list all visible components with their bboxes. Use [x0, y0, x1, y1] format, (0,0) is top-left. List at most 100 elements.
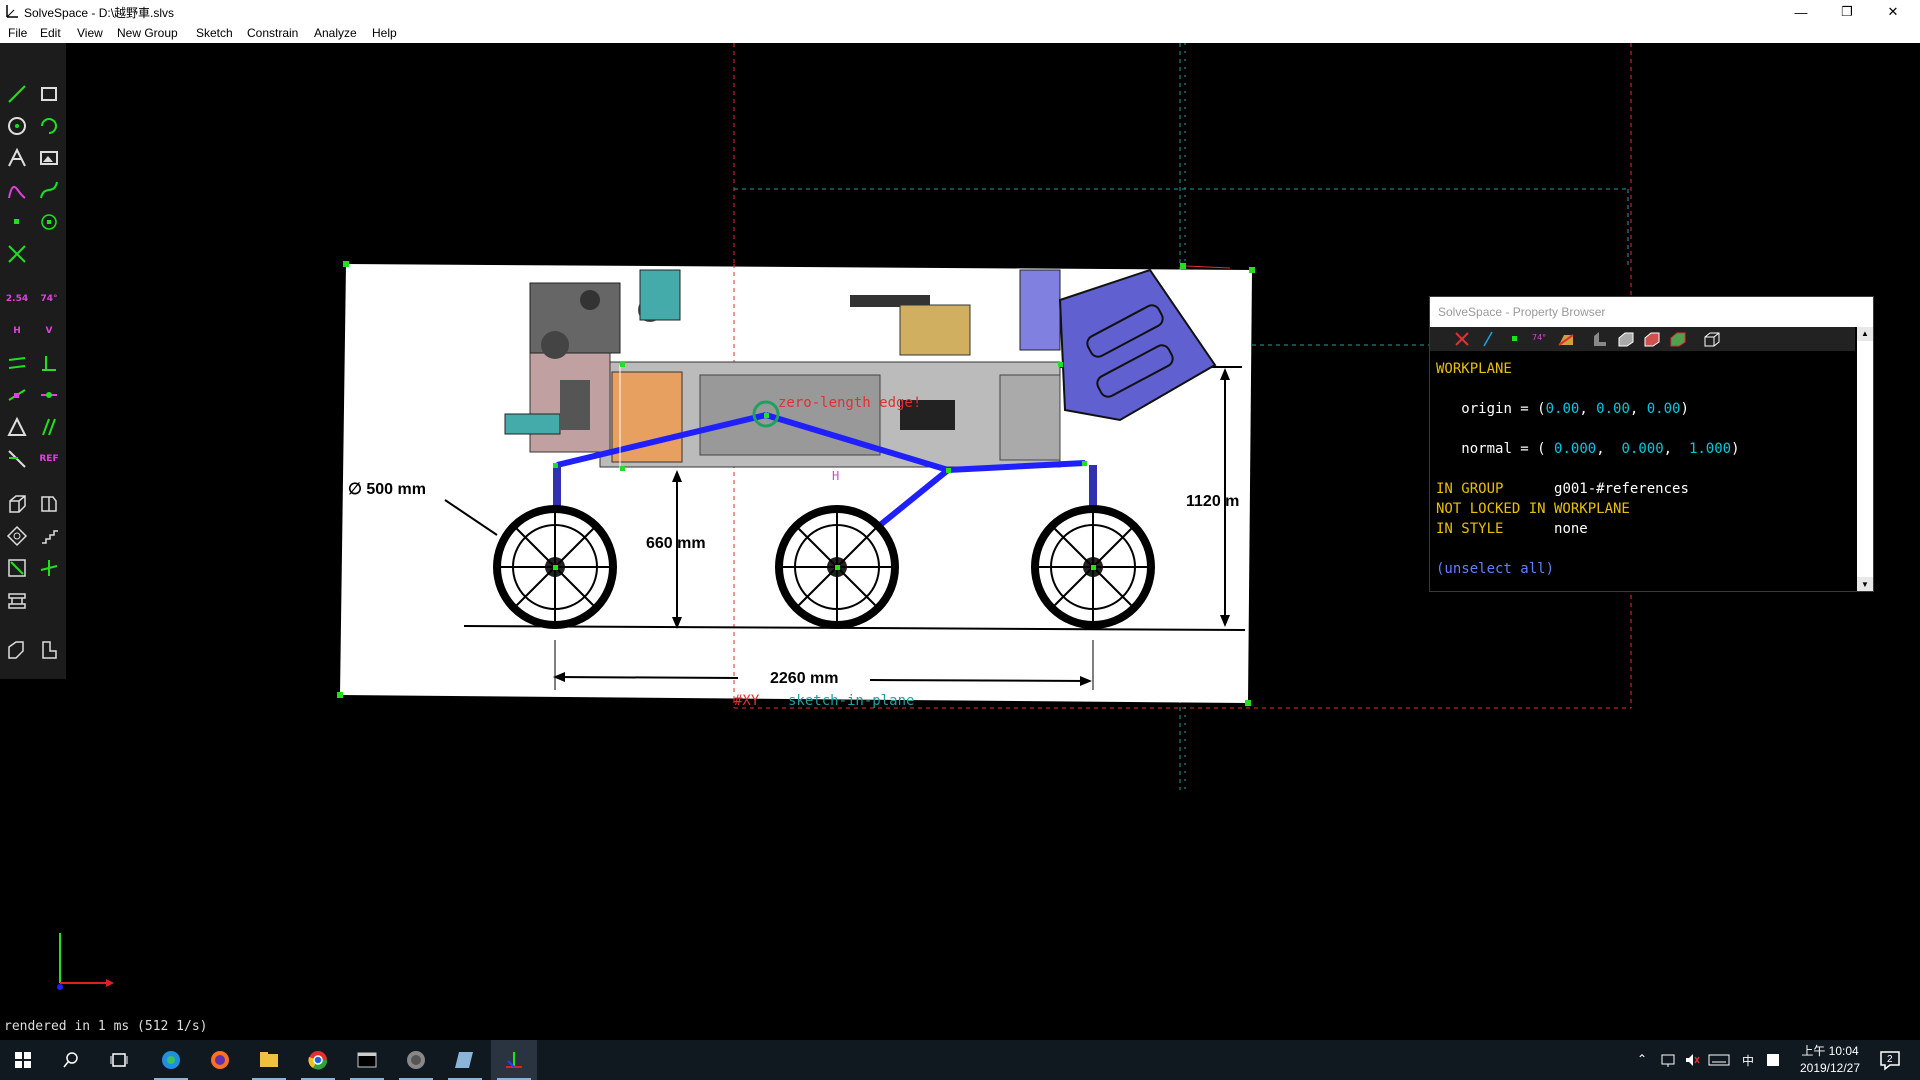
- ime-mode-icon[interactable]: [1765, 1052, 1781, 1068]
- show-edges-icon[interactable]: [1616, 330, 1636, 348]
- show-outline-icon[interactable]: [1642, 330, 1662, 348]
- keyboard-icon[interactable]: [1708, 1052, 1730, 1068]
- construction-point-icon[interactable]: [36, 209, 62, 235]
- normal-x[interactable]: 0.000: [1554, 441, 1596, 457]
- normal-z[interactable]: 1.000: [1689, 441, 1731, 457]
- line-tool-icon[interactable]: [4, 81, 30, 107]
- equal-length-icon[interactable]: [36, 414, 62, 440]
- minimize-button[interactable]: —: [1778, 0, 1824, 24]
- property-browser-scrollbar[interactable]: ▲ ▼: [1857, 327, 1873, 591]
- ime-indicator[interactable]: 中: [1742, 1052, 1754, 1069]
- volume-muted-icon[interactable]: [1684, 1052, 1700, 1068]
- origin-y[interactable]: 0.00: [1596, 401, 1630, 417]
- workplane-label[interactable]: #XY: [734, 693, 759, 709]
- toolbar: 2.54 74° H V REF: [0, 43, 66, 679]
- taskbar-firefox[interactable]: [197, 1040, 243, 1080]
- search-button[interactable]: [48, 1040, 94, 1080]
- menu-bar: File Edit View New Group Sketch Constrai…: [0, 24, 1920, 44]
- taskbar-file-explorer[interactable]: [246, 1040, 292, 1080]
- scroll-down-icon[interactable]: ▼: [1861, 580, 1869, 589]
- lathe-icon[interactable]: [36, 491, 62, 517]
- title-bar: SolveSpace - D:\越野車.slvs — ❐ ✕: [0, 0, 1920, 24]
- point-tool-icon[interactable]: [4, 209, 30, 235]
- perpendicular-constraint-icon[interactable]: [36, 350, 62, 376]
- notes-icon: [455, 1052, 473, 1068]
- unselect-all-link[interactable]: (unselect all): [1436, 561, 1554, 577]
- maximize-button[interactable]: ❐: [1824, 0, 1870, 24]
- taskbar-edge[interactable]: [148, 1040, 194, 1080]
- point-on-line-icon[interactable]: [4, 382, 30, 408]
- menu-file[interactable]: File: [8, 26, 27, 40]
- scroll-up-icon[interactable]: ▲: [1861, 329, 1869, 338]
- midpoint-icon[interactable]: [36, 382, 62, 408]
- text-tool-icon[interactable]: [4, 145, 30, 171]
- menu-analyze[interactable]: Analyze: [314, 26, 357, 40]
- taskbar-terminal[interactable]: [344, 1040, 390, 1080]
- menu-new-group[interactable]: New Group: [117, 26, 178, 40]
- taskbar-notes[interactable]: [442, 1040, 488, 1080]
- terminal-icon: [357, 1052, 377, 1068]
- 3d-mode-icon[interactable]: [36, 555, 62, 581]
- scroll-thumb[interactable]: [1857, 341, 1873, 577]
- windows-logo-icon: [15, 1052, 31, 1068]
- split-curves-icon[interactable]: [4, 241, 30, 267]
- parallel-constraint-icon[interactable]: [4, 350, 30, 376]
- show-faces-icon[interactable]: [1556, 330, 1576, 348]
- extrude-icon[interactable]: [4, 491, 30, 517]
- step-translate-icon[interactable]: [36, 523, 62, 549]
- tangent-arc-icon[interactable]: [4, 177, 30, 203]
- new-sketch-icon[interactable]: [36, 637, 62, 663]
- menu-help[interactable]: Help: [372, 26, 397, 40]
- symmetric-icon[interactable]: [4, 414, 30, 440]
- menu-sketch[interactable]: Sketch: [196, 26, 233, 40]
- origin-x[interactable]: 0.00: [1546, 401, 1580, 417]
- origin-z[interactable]: 0.00: [1647, 401, 1681, 417]
- taskbar-media[interactable]: [393, 1040, 439, 1080]
- show-points-icon[interactable]: [1504, 330, 1524, 348]
- notification-count: 2: [1887, 1054, 1893, 1065]
- start-button[interactable]: [0, 1040, 46, 1080]
- in-style-value[interactable]: none: [1554, 521, 1588, 537]
- height-660-label: 660 mm: [646, 535, 706, 552]
- task-view-button[interactable]: [96, 1040, 142, 1080]
- in-workplane-icon[interactable]: [4, 555, 30, 581]
- horizontal-constraint-icon[interactable]: H: [4, 318, 30, 344]
- close-button[interactable]: ✕: [1870, 0, 1916, 24]
- clock-time: 上午 10:04: [1801, 1044, 1859, 1058]
- in-group-value[interactable]: g001-#references: [1554, 481, 1689, 497]
- show-shaded-icon[interactable]: [1590, 330, 1610, 348]
- menu-constrain[interactable]: Constrain: [247, 26, 298, 40]
- angle-dimension-icon[interactable]: 74°: [36, 286, 62, 312]
- tray-chevron-icon[interactable]: ⌃: [1637, 1052, 1647, 1066]
- show-workplanes-icon[interactable]: [1452, 330, 1472, 348]
- action-center-button[interactable]: 2: [1878, 1048, 1902, 1072]
- other-constraint-icon[interactable]: [4, 446, 30, 472]
- rectangle-tool-icon[interactable]: [36, 81, 62, 107]
- reference-icon[interactable]: REF: [36, 446, 62, 472]
- property-browser-title-bar[interactable]: SolveSpace - Property Browser: [1430, 297, 1873, 327]
- normal-y[interactable]: 0.000: [1621, 441, 1663, 457]
- sketch-plane-label: sketch-in-plane: [788, 693, 915, 709]
- assemble-icon[interactable]: [4, 637, 30, 663]
- arc-tool-icon[interactable]: [36, 113, 62, 139]
- workplane-new-icon[interactable]: [4, 587, 30, 613]
- show-hidden-lines-icon[interactable]: [1702, 330, 1722, 348]
- menu-view[interactable]: View: [77, 26, 103, 40]
- show-mesh-icon[interactable]: [1668, 330, 1688, 348]
- bezier-icon[interactable]: [36, 177, 62, 203]
- vertical-constraint-icon[interactable]: V: [36, 318, 62, 344]
- taskbar-chrome[interactable]: [295, 1040, 341, 1080]
- origin-label: origin = (: [1461, 401, 1546, 417]
- distance-dimension-icon[interactable]: 2.54: [4, 286, 30, 312]
- show-constraints-icon[interactable]: 74°: [1530, 330, 1550, 348]
- property-browser-content: WORKPLANE origin = (0.00, 0.00, 0.00) no…: [1436, 361, 1740, 577]
- taskbar-solvespace[interactable]: [491, 1040, 537, 1080]
- folder-icon: [260, 1052, 278, 1067]
- circle-tool-icon[interactable]: [4, 113, 30, 139]
- menu-edit[interactable]: Edit: [40, 26, 61, 40]
- step-rotate-icon[interactable]: [4, 523, 30, 549]
- network-icon[interactable]: [1660, 1052, 1676, 1068]
- show-normals-icon[interactable]: [1478, 330, 1498, 348]
- system-clock[interactable]: 上午 10:04 2019/12/27: [1790, 1043, 1870, 1077]
- image-tool-icon[interactable]: [36, 145, 62, 171]
